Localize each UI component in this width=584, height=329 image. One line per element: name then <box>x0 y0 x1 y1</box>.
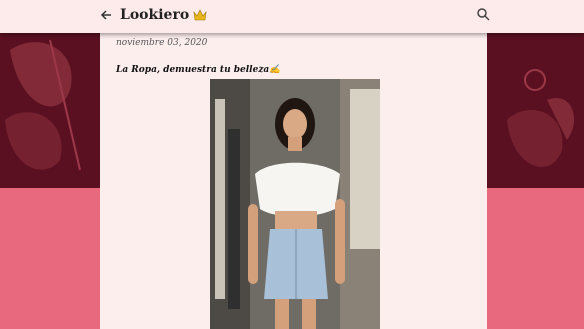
pencil-icon: ✍ <box>269 65 281 75</box>
floral-pattern-left <box>5 39 81 171</box>
post-title-text: La Ropa, demuestra tu belleza <box>116 65 270 75</box>
blog-post: noviembre 03, 2020 La Ropa, demuestra tu… <box>100 33 487 329</box>
blog-title[interactable]: Lookiero <box>120 7 207 23</box>
blog-title-text: Lookiero <box>120 7 190 23</box>
post-title[interactable]: La Ropa, demuestra tu belleza✍ <box>116 65 281 75</box>
floral-pattern-right <box>507 69 575 167</box>
top-app-bar: Lookiero <box>0 0 584 33</box>
search-icon[interactable] <box>476 7 490 21</box>
post-image-illustration <box>210 79 380 329</box>
post-image[interactable] <box>210 79 380 329</box>
arrow-left-icon[interactable] <box>98 7 114 23</box>
crown-icon <box>193 9 207 21</box>
post-date: noviembre 03, 2020 <box>116 38 208 48</box>
